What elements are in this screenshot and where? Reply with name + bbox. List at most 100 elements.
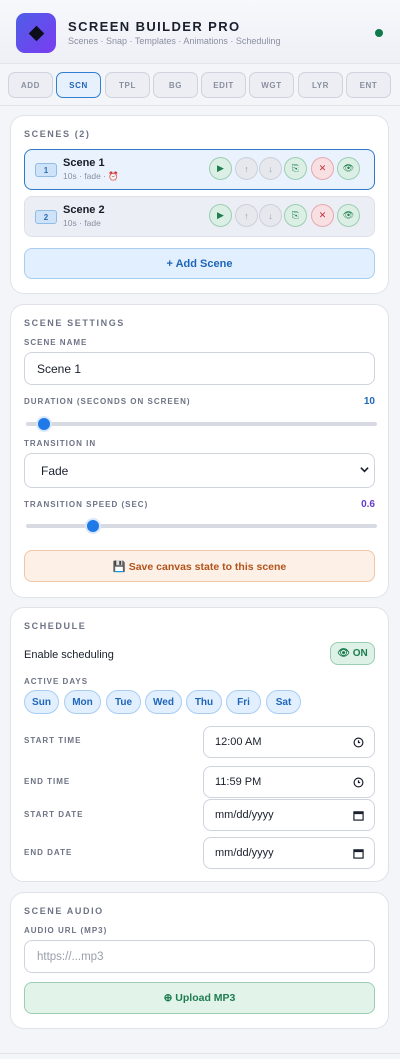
scene-row[interactable]: 1 Scene 1 10s · fade · ⏰ ▶ ↑ ↓ ⎘ ✕ 👁 bbox=[24, 149, 375, 190]
scene-name-value: Scene 1 bbox=[37, 361, 82, 376]
delete-icon: ✕ bbox=[318, 210, 327, 220]
scene-audio-card: SCENE AUDIO AUDIO URL (MP3) https://...m… bbox=[10, 892, 389, 1029]
end-time-input[interactable]: 11:59 PM bbox=[203, 766, 375, 798]
move-up-button[interactable]: ↑ bbox=[235, 204, 258, 227]
app-logo bbox=[16, 13, 56, 53]
day-tue[interactable]: Tue bbox=[106, 690, 141, 714]
start-time-value: 12:00 AM bbox=[215, 736, 262, 748]
speed-slider[interactable] bbox=[26, 518, 377, 534]
start-time-label: START TIME bbox=[24, 736, 82, 745]
clock-icon bbox=[353, 777, 364, 788]
tab-layers[interactable]: LYR bbox=[298, 72, 343, 98]
tab-templates[interactable]: TPL bbox=[105, 72, 150, 98]
preview-scene-button[interactable]: 👁 bbox=[337, 204, 360, 227]
scene-number-badge: 1 bbox=[35, 163, 57, 177]
scene-name: Scene 2 bbox=[63, 204, 105, 216]
duration-label: DURATION (SECONDS ON SCREEN) bbox=[24, 397, 191, 406]
speed-value: 0.6 bbox=[361, 499, 375, 510]
audio-url-input[interactable]: https://...mp3 bbox=[24, 940, 375, 973]
speed-label: TRANSITION SPEED (SEC) bbox=[24, 500, 149, 509]
end-date-placeholder: mm/dd/yyyy bbox=[215, 847, 274, 859]
arrow-up-icon: ↑ bbox=[244, 210, 249, 221]
app-subtitle: Scenes · Snap · Templates · Animations ·… bbox=[68, 36, 281, 46]
delete-scene-button[interactable]: ✕ bbox=[311, 204, 334, 227]
day-fri[interactable]: Fri bbox=[226, 690, 261, 714]
speed-slider-thumb[interactable] bbox=[84, 518, 101, 534]
start-date-input[interactable]: mm/dd/yyyy bbox=[203, 799, 375, 831]
preview-scene-button[interactable]: 👁 bbox=[337, 157, 360, 180]
tab-scenes[interactable]: SCN bbox=[56, 72, 101, 98]
scene-number-badge: 2 bbox=[35, 210, 57, 224]
duration-slider-thumb[interactable] bbox=[35, 416, 52, 432]
upload-mp3-button[interactable]: ⊕ Upload MP3 bbox=[24, 982, 375, 1014]
day-thu[interactable]: Thu bbox=[186, 690, 222, 714]
audio-url-placeholder: https://...mp3 bbox=[37, 950, 104, 963]
day-mon[interactable]: Mon bbox=[64, 690, 101, 714]
end-date-label: END DATE bbox=[24, 848, 73, 857]
eye-icon: 👁 bbox=[342, 210, 355, 220]
calendar-icon bbox=[353, 811, 364, 821]
schedule-title: SCHEDULE bbox=[24, 621, 87, 631]
scene-row[interactable]: 2 Scene 2 10s · fade ▶ ↑ ↓ ⎘ ✕ 👁 bbox=[24, 196, 375, 237]
add-scene-button[interactable]: + Add Scene bbox=[24, 248, 375, 279]
move-down-button[interactable]: ↓ bbox=[259, 204, 282, 227]
start-date-label: START DATE bbox=[24, 810, 84, 819]
enable-scheduling-label: Enable scheduling bbox=[24, 649, 114, 661]
schedule-card: SCHEDULE Enable scheduling 👁 ON ACTIVE D… bbox=[10, 607, 389, 882]
scene-meta: 10s · fade · ⏰ bbox=[63, 171, 119, 181]
tab-edit[interactable]: EDIT bbox=[201, 72, 246, 98]
delete-scene-button[interactable]: ✕ bbox=[311, 157, 334, 180]
eye-icon: 👁 bbox=[342, 163, 355, 173]
scene-name-input[interactable]: Scene 1 bbox=[24, 352, 375, 385]
arrow-up-icon: ↑ bbox=[244, 163, 249, 174]
app-header: SCREEN BUILDER PRO Scenes · Snap · Templ… bbox=[0, 0, 400, 64]
scene-audio-title: SCENE AUDIO bbox=[24, 906, 104, 916]
calendar-icon bbox=[353, 849, 364, 859]
scene-settings-card: SCENE SETTINGS SCENE NAME Scene 1 DURATI… bbox=[10, 304, 389, 598]
active-days-label: ACTIVE DAYS bbox=[24, 677, 89, 686]
scene-meta: 10s · fade bbox=[63, 218, 101, 228]
day-sat[interactable]: Sat bbox=[266, 690, 301, 714]
clock-icon bbox=[353, 737, 364, 748]
tab-widgets[interactable]: WGT bbox=[249, 72, 294, 98]
day-sun[interactable]: Sun bbox=[24, 690, 59, 714]
duplicate-scene-button[interactable]: ⎘ bbox=[284, 204, 307, 227]
tab-background[interactable]: BG bbox=[153, 72, 198, 98]
end-date-input[interactable]: mm/dd/yyyy bbox=[203, 837, 375, 869]
scenes-card: SCENES (2) 1 Scene 1 10s · fade · ⏰ ▶ ↑ … bbox=[10, 115, 389, 294]
audio-url-label: AUDIO URL (MP3) bbox=[24, 926, 108, 935]
scene-name-label: SCENE NAME bbox=[24, 338, 88, 347]
duration-value: 10 bbox=[363, 396, 375, 407]
transition-select[interactable]: Fade bbox=[24, 453, 375, 488]
move-up-button[interactable]: ↑ bbox=[235, 157, 258, 180]
transition-value: Fade bbox=[41, 463, 69, 478]
move-down-button[interactable]: ↓ bbox=[259, 157, 282, 180]
status-indicator bbox=[375, 29, 383, 37]
delete-icon: ✕ bbox=[318, 163, 327, 173]
save-canvas-state-button[interactable]: 💾 Save canvas state to this scene bbox=[24, 550, 375, 582]
scene-name: Scene 1 bbox=[63, 157, 105, 169]
scheduling-toggle[interactable]: 👁 ON bbox=[330, 642, 375, 665]
play-scene-button[interactable]: ▶ bbox=[209, 157, 232, 180]
duplicate-scene-button[interactable]: ⎘ bbox=[284, 157, 307, 180]
scenes-title: SCENES (2) bbox=[24, 129, 91, 139]
tab-bar: ADD SCN TPL BG EDIT WGT LYR ENT bbox=[0, 64, 400, 106]
tab-entities[interactable]: ENT bbox=[346, 72, 391, 98]
copy-icon: ⎘ bbox=[291, 163, 300, 173]
tab-add[interactable]: ADD bbox=[8, 72, 53, 98]
app-title: SCREEN BUILDER PRO bbox=[68, 19, 241, 34]
chevron-down-icon bbox=[360, 467, 369, 473]
start-date-placeholder: mm/dd/yyyy bbox=[215, 809, 274, 821]
scene-settings-title: SCENE SETTINGS bbox=[24, 318, 125, 328]
end-time-value: 11:59 PM bbox=[215, 776, 262, 788]
arrow-down-icon: ↓ bbox=[268, 210, 273, 221]
end-time-label: END TIME bbox=[24, 777, 71, 786]
duration-slider[interactable] bbox=[26, 416, 377, 432]
transition-label: TRANSITION IN bbox=[24, 439, 97, 448]
day-wed[interactable]: Wed bbox=[145, 690, 182, 714]
diamond-icon bbox=[28, 25, 44, 41]
play-icon: ▶ bbox=[217, 210, 224, 220]
start-time-input[interactable]: 12:00 AM bbox=[203, 726, 375, 758]
divider bbox=[0, 1053, 400, 1054]
play-scene-button[interactable]: ▶ bbox=[209, 204, 232, 227]
